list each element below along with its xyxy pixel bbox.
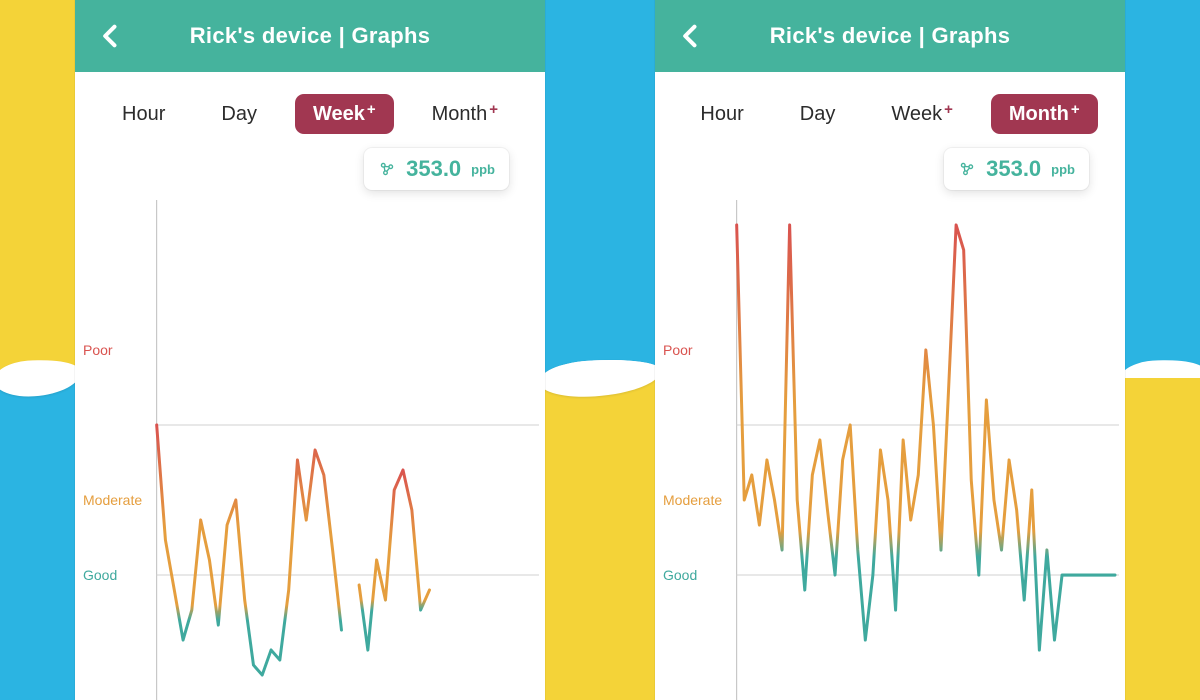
voc-reading-badge: 353.0 ppb [364,148,509,190]
back-button[interactable] [677,22,705,50]
tab-hour[interactable]: Hour [682,94,761,134]
voc-unit: ppb [1051,162,1075,177]
voc-unit: ppb [471,162,495,177]
voc-value: 353.0 [986,156,1041,182]
page-title: Rick's device | Graphs [190,23,431,49]
chevron-left-icon [677,22,705,50]
premium-plus-icon: + [1071,101,1080,118]
screen-week: Rick's device | Graphs Hour Day Week+ Mo… [75,0,545,700]
time-range-tabs: Hour Day Week+ Month+ [655,72,1125,142]
tab-day[interactable]: Day [782,94,854,134]
tab-day[interactable]: Day [203,94,275,134]
page-title: Rick's device | Graphs [770,23,1011,49]
back-button[interactable] [97,22,125,50]
decorative-bg-mid [545,0,655,700]
app-header: Rick's device | Graphs [655,0,1125,72]
tab-week[interactable]: Week+ [873,94,971,134]
chart-svg [661,200,1119,700]
tab-month[interactable]: Month+ [991,94,1098,134]
chart-week: Poor Moderate Good [81,200,539,700]
app-header: Rick's device | Graphs [75,0,545,72]
decorative-bg-left [0,0,75,700]
chevron-left-icon [97,22,125,50]
voc-value: 353.0 [406,156,461,182]
premium-plus-icon: + [367,101,376,118]
chart-svg [81,200,539,700]
molecule-icon [378,160,396,178]
chart-month: Poor Moderate Good [661,200,1119,700]
premium-plus-icon: + [944,101,953,118]
decorative-bg-right [1125,0,1200,700]
tab-week[interactable]: Week+ [295,94,394,134]
tab-hour[interactable]: Hour [104,94,183,134]
screen-month: Rick's device | Graphs Hour Day Week+ Mo… [655,0,1125,700]
voc-reading-badge: 353.0 ppb [944,148,1089,190]
premium-plus-icon: + [489,101,498,118]
tab-month[interactable]: Month+ [414,94,516,134]
time-range-tabs: Hour Day Week+ Month+ [75,72,545,142]
molecule-icon [958,160,976,178]
